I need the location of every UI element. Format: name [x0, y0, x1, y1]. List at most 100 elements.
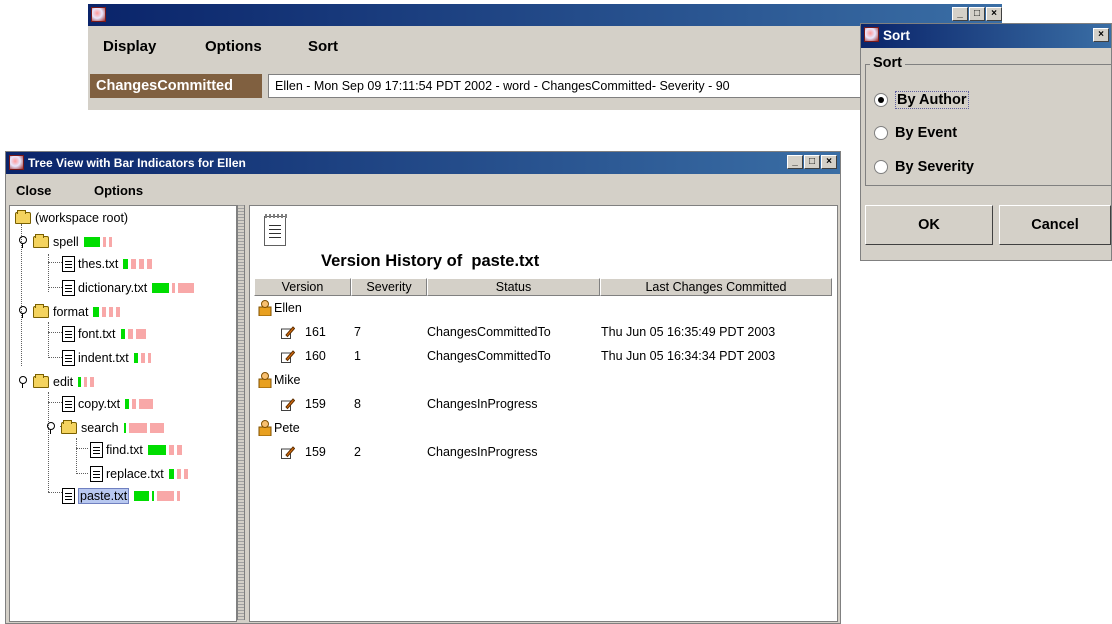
tree-node-font-txt[interactable]: font.txt [62, 324, 146, 344]
tree-node-format[interactable]: format [18, 302, 121, 322]
severity-cell: 7 [354, 325, 361, 339]
bar-indicator [83, 237, 112, 247]
app-icon [91, 7, 106, 22]
tree-node-spell[interactable]: spell [18, 232, 112, 252]
version-cell: 159 [305, 445, 326, 459]
bar-indicator [78, 377, 95, 387]
sort-dialog: Sort × Sort By Author By Event By Severi… [860, 23, 1112, 261]
tree-node-label: format [53, 305, 89, 319]
tree-node-search[interactable]: search [46, 418, 164, 438]
version-cell: 159 [305, 397, 326, 411]
menu-options[interactable]: Options [205, 38, 262, 55]
expander-icon[interactable] [46, 421, 56, 435]
tree-node-indent-txt[interactable]: indent.txt [62, 348, 151, 368]
tree-node-label: replace.txt [106, 467, 164, 481]
menu-options[interactable]: Options [94, 183, 143, 198]
tree-node-label: find.txt [106, 443, 143, 457]
maximize-icon[interactable]: □ [969, 7, 985, 21]
status-label: ChangesCommitted [90, 74, 262, 98]
file-icon [62, 488, 75, 504]
bar-indicator [168, 469, 188, 479]
file-icon [62, 256, 75, 272]
radio-by-severity-label: By Severity [895, 159, 974, 175]
tree-node-replace-txt[interactable]: replace.txt [90, 464, 188, 484]
edit-pencil-icon [281, 398, 296, 411]
version-cell: 160 [305, 349, 326, 363]
tree-node-label: dictionary.txt [78, 281, 148, 295]
close-icon[interactable]: × [986, 7, 1002, 21]
tree-node-edit[interactable]: edit [18, 372, 95, 392]
severity-cell: 1 [354, 349, 361, 363]
tree-pane: (workspace root) spell thes.txt dictiona… [9, 205, 237, 622]
table-row[interactable]: 159 8 ChangesInProgress [254, 394, 832, 416]
expander-icon[interactable] [18, 375, 28, 389]
sort-group: Sort By Author By Event By Severity [865, 55, 1112, 186]
table-row[interactable]: 159 2 ChangesInProgress [254, 442, 832, 464]
author-row[interactable]: Ellen [254, 298, 832, 320]
tree-node-paste-txt[interactable]: paste.txt [62, 486, 181, 506]
dialog-button-row: OK Cancel [865, 205, 1112, 247]
edit-pencil-icon [281, 350, 296, 363]
tree-node-workspace-root[interactable]: (workspace root) [15, 208, 128, 228]
radio-by-event[interactable]: By Event [874, 125, 957, 141]
table-row[interactable]: 160 1 ChangesCommittedTo Thu Jun 05 16:3… [254, 346, 832, 368]
person-icon [258, 420, 272, 437]
radio-selected-icon [874, 93, 888, 107]
author-row[interactable]: Mike [254, 370, 832, 392]
tree-node-dictionary-txt[interactable]: dictionary.txt [62, 278, 195, 298]
tree-node-label: indent.txt [78, 351, 129, 365]
menu-display[interactable]: Display [103, 38, 156, 55]
radio-by-author[interactable]: By Author [874, 91, 969, 109]
tree-node-find-txt[interactable]: find.txt [90, 440, 182, 460]
column-header-version[interactable]: Version [254, 278, 351, 296]
tree-node-thes-txt[interactable]: thes.txt [62, 254, 153, 274]
cancel-button[interactable]: Cancel [999, 205, 1111, 245]
radio-unselected-icon [874, 126, 888, 140]
history-table-header: Version Severity Status Last Changes Com… [254, 278, 832, 296]
file-icon [62, 326, 75, 342]
bar-indicator [120, 329, 146, 339]
menu-close[interactable]: Close [16, 183, 51, 198]
column-header-last-changes[interactable]: Last Changes Committed [600, 278, 832, 296]
radio-by-event-label: By Event [895, 125, 958, 141]
maximize-icon[interactable]: □ [804, 155, 820, 169]
expander-icon[interactable] [18, 235, 28, 249]
file-icon [90, 442, 103, 458]
person-icon [258, 372, 272, 389]
expander-icon[interactable] [18, 305, 28, 319]
sort-dialog-title: Sort [883, 28, 910, 43]
bar-indicator [123, 423, 164, 433]
column-header-status[interactable]: Status [427, 278, 600, 296]
tree-node-label: (workspace root) [35, 211, 129, 225]
last-changes-cell: Thu Jun 05 16:34:34 PDT 2003 [601, 349, 776, 363]
status-cell: ChangesCommittedTo [427, 325, 551, 339]
table-row[interactable]: 161 7 ChangesCommittedTo Thu Jun 05 16:3… [254, 322, 832, 344]
tree-view-window: Tree View with Bar Indicators for Ellen … [5, 151, 841, 624]
split-divider[interactable] [237, 205, 245, 620]
radio-unselected-icon [874, 160, 888, 174]
close-icon[interactable]: × [821, 155, 837, 169]
tree-node-copy-txt[interactable]: copy.txt [62, 394, 154, 414]
tree-node-label: paste.txt [78, 488, 130, 504]
sort-dialog-titlebar[interactable]: Sort × [861, 24, 1111, 48]
bar-indicator [152, 283, 195, 293]
column-header-severity[interactable]: Severity [351, 278, 427, 296]
history-title: Version History of paste.txt [321, 252, 540, 270]
minimize-icon[interactable]: _ [952, 7, 968, 21]
history-pane: Version History of paste.txt Version Sev… [249, 205, 838, 622]
menu-sort[interactable]: Sort [308, 38, 338, 55]
close-icon[interactable]: × [1093, 28, 1109, 42]
severity-cell: 2 [354, 445, 361, 459]
author-row[interactable]: Pete [254, 418, 832, 440]
status-cell: ChangesInProgress [427, 397, 538, 411]
radio-by-author-label: By Author [895, 91, 969, 109]
severity-cell: 8 [354, 397, 361, 411]
radio-by-severity[interactable]: By Severity [874, 159, 974, 175]
ok-button[interactable]: OK [865, 205, 993, 245]
tree-window-titlebar[interactable]: Tree View with Bar Indicators for Ellen … [6, 152, 840, 174]
status-cell: ChangesInProgress [427, 445, 538, 459]
minimize-icon[interactable]: _ [787, 155, 803, 169]
bar-indicator [133, 353, 151, 363]
last-changes-cell: Thu Jun 05 16:35:49 PDT 2003 [601, 325, 776, 339]
app-icon [864, 27, 879, 42]
